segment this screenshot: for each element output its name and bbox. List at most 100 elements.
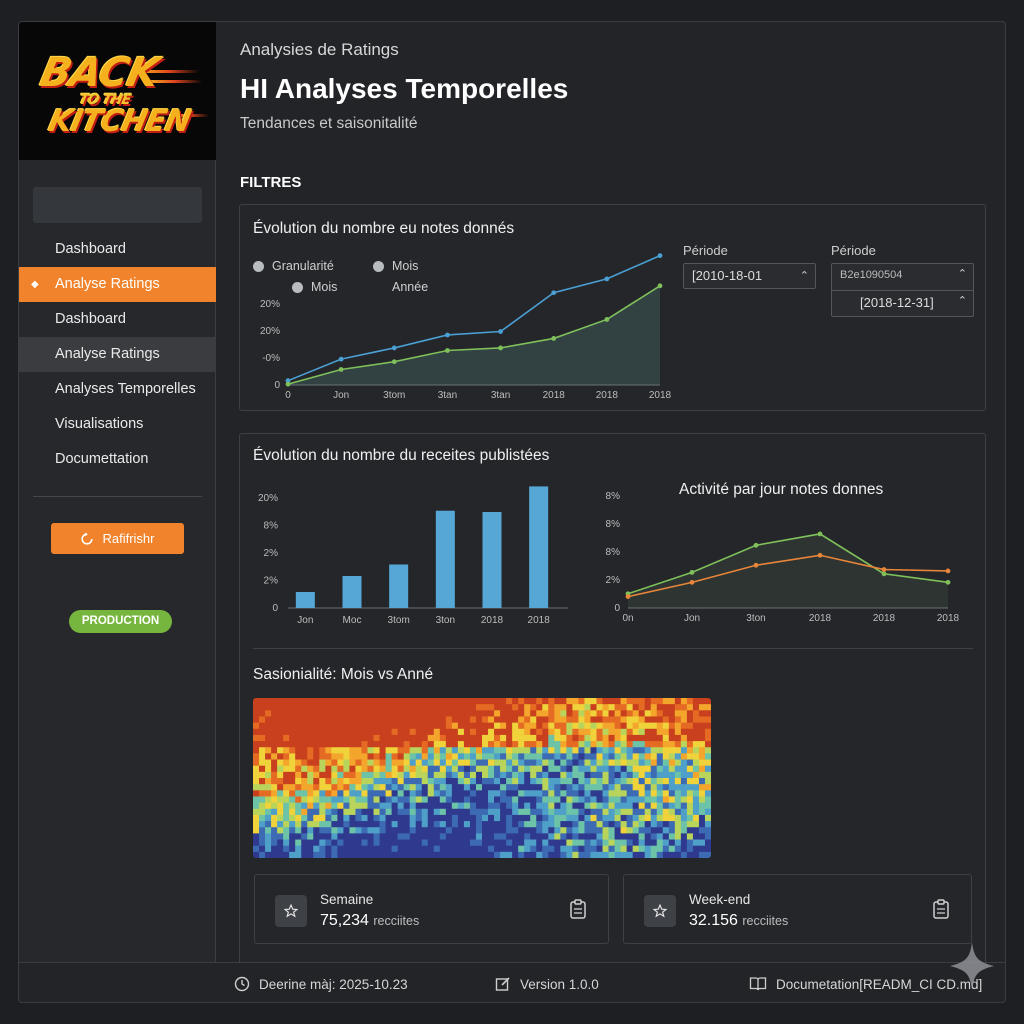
heatmap-cell [572,833,579,840]
sidebar-item-analyses-temporelles[interactable]: Analyses Temporelles [19,372,216,407]
heatmap-cell [355,784,362,791]
heatmap-cell [367,784,374,791]
heatmap-cell [668,808,676,816]
heatmap-cell [415,814,423,822]
heatmap-cell [566,698,573,705]
heatmap-cell [626,753,634,760]
heatmap-cell [439,827,447,834]
heatmap-cell [277,821,284,828]
heatmap-cell [500,747,507,754]
x-tick-label: 3tom [388,615,410,626]
heatmap-cell [632,833,640,840]
sidebar-item-dashboard[interactable]: Dashboard [19,232,216,267]
heatmap-cell [343,851,350,858]
stepper-icon[interactable]: ⌃ [958,267,967,280]
sidebar-item-analyse-ratings[interactable]: ◆ Analyse Ratings [19,267,216,302]
heatmap-cell [530,808,537,816]
heatmap-cell [331,704,338,711]
heatmap-cell [445,839,453,847]
period-end-input[interactable]: B2e1090504 ⌃ [2018-12-31] ⌃ [831,263,974,317]
heatmap-cell [680,802,688,810]
data-point [657,253,663,259]
heatmap-cell [349,796,356,804]
heatmap-cell [620,741,628,748]
heatmap-cell [488,734,495,742]
stepper-icon[interactable]: ⌃ [800,264,809,288]
heatmap-cell [536,827,543,834]
sidebar-search-input[interactable] [33,187,202,223]
heatmap-cell [463,808,471,816]
heatmap-cell [506,845,513,853]
heatmap-cell [259,827,266,834]
heatmap-cell [608,716,615,724]
heatmap-cell [560,821,567,828]
heatmap-cell [602,753,609,760]
heatmap-cell [596,759,603,767]
data-point [657,283,663,289]
heatmap-cell [482,821,489,828]
heatmap-cell [608,827,615,834]
heatmap-cell [602,821,609,828]
heatmap-cell [638,716,646,724]
clipboard-icon[interactable] [933,899,949,919]
heatmap-cell [506,704,513,711]
stepper-icon[interactable]: ⌃ [958,294,967,307]
heatmap-cell [433,802,441,810]
heatmap-cell [343,833,350,840]
heatmap-cell [343,698,350,705]
heatmap-cell [373,778,380,785]
heatmap-cell [692,771,700,779]
heatmap-cell [686,710,694,717]
heatmap-cell [325,839,332,847]
heatmap-cell [488,778,495,785]
heatmap-cell [475,802,483,810]
heatmap-cell [680,845,688,853]
heatmap-cell [331,734,338,742]
heatmap-cell [355,728,362,736]
heatmap-cell [397,728,405,736]
heatmap-cell [572,790,579,797]
heatmap-cell [698,698,706,705]
heatmap-cell [409,839,417,847]
heatmap-cell [662,741,670,748]
heatmap-cell [451,827,459,834]
heatmap-cell [343,802,350,810]
heatmap-cell [409,796,417,804]
heatmap-cell [289,710,296,717]
heatmap-cell [433,759,441,767]
heatmap-cell [379,839,386,847]
heatmap-cell [644,808,652,816]
heatmap-cell [373,734,380,742]
heatmap-cell [439,765,447,773]
clipboard-icon[interactable] [570,899,586,919]
heatmap-cell [379,747,386,754]
heatmap-cell [518,704,525,711]
heatmap-cell [403,759,411,767]
heatmap-cell [397,778,405,785]
heatmap-cell [295,833,302,840]
heatmap-cell [433,716,441,724]
sidebar-item-dashboard-2[interactable]: Dashboard [19,302,216,337]
app-logo[interactable]: BACK TO THE KITCHEN [19,22,216,160]
sidebar-item-label: Dashboard [55,311,126,327]
heatmap-cell [451,747,459,754]
heatmap-cell [554,790,561,797]
heatmap-cell [319,845,326,853]
heatmap-cell [469,704,477,711]
period-start-input[interactable]: [2010-18-01 ⌃ [683,263,816,289]
heatmap-cell [530,759,537,767]
sidebar-item-analyse-ratings-2[interactable]: Analyse Ratings [19,337,216,372]
refresh-button[interactable]: Rafifrishr [51,523,184,554]
heatmap-cell [626,722,634,730]
heatmap-cell [698,827,706,834]
heatmap-cell [488,808,495,816]
heatmap-cell [289,741,296,748]
heatmap-cell [650,845,658,853]
heatmap-cell [277,771,284,779]
heatmap-cell [319,796,326,804]
heatmap-cell [385,753,393,760]
sidebar-item-visualisations[interactable]: Visualisations [19,407,216,442]
heatmap-cell [662,796,670,804]
sidebar-item-documentation[interactable]: Documettation [19,442,216,477]
heatmap-cell [427,851,435,858]
